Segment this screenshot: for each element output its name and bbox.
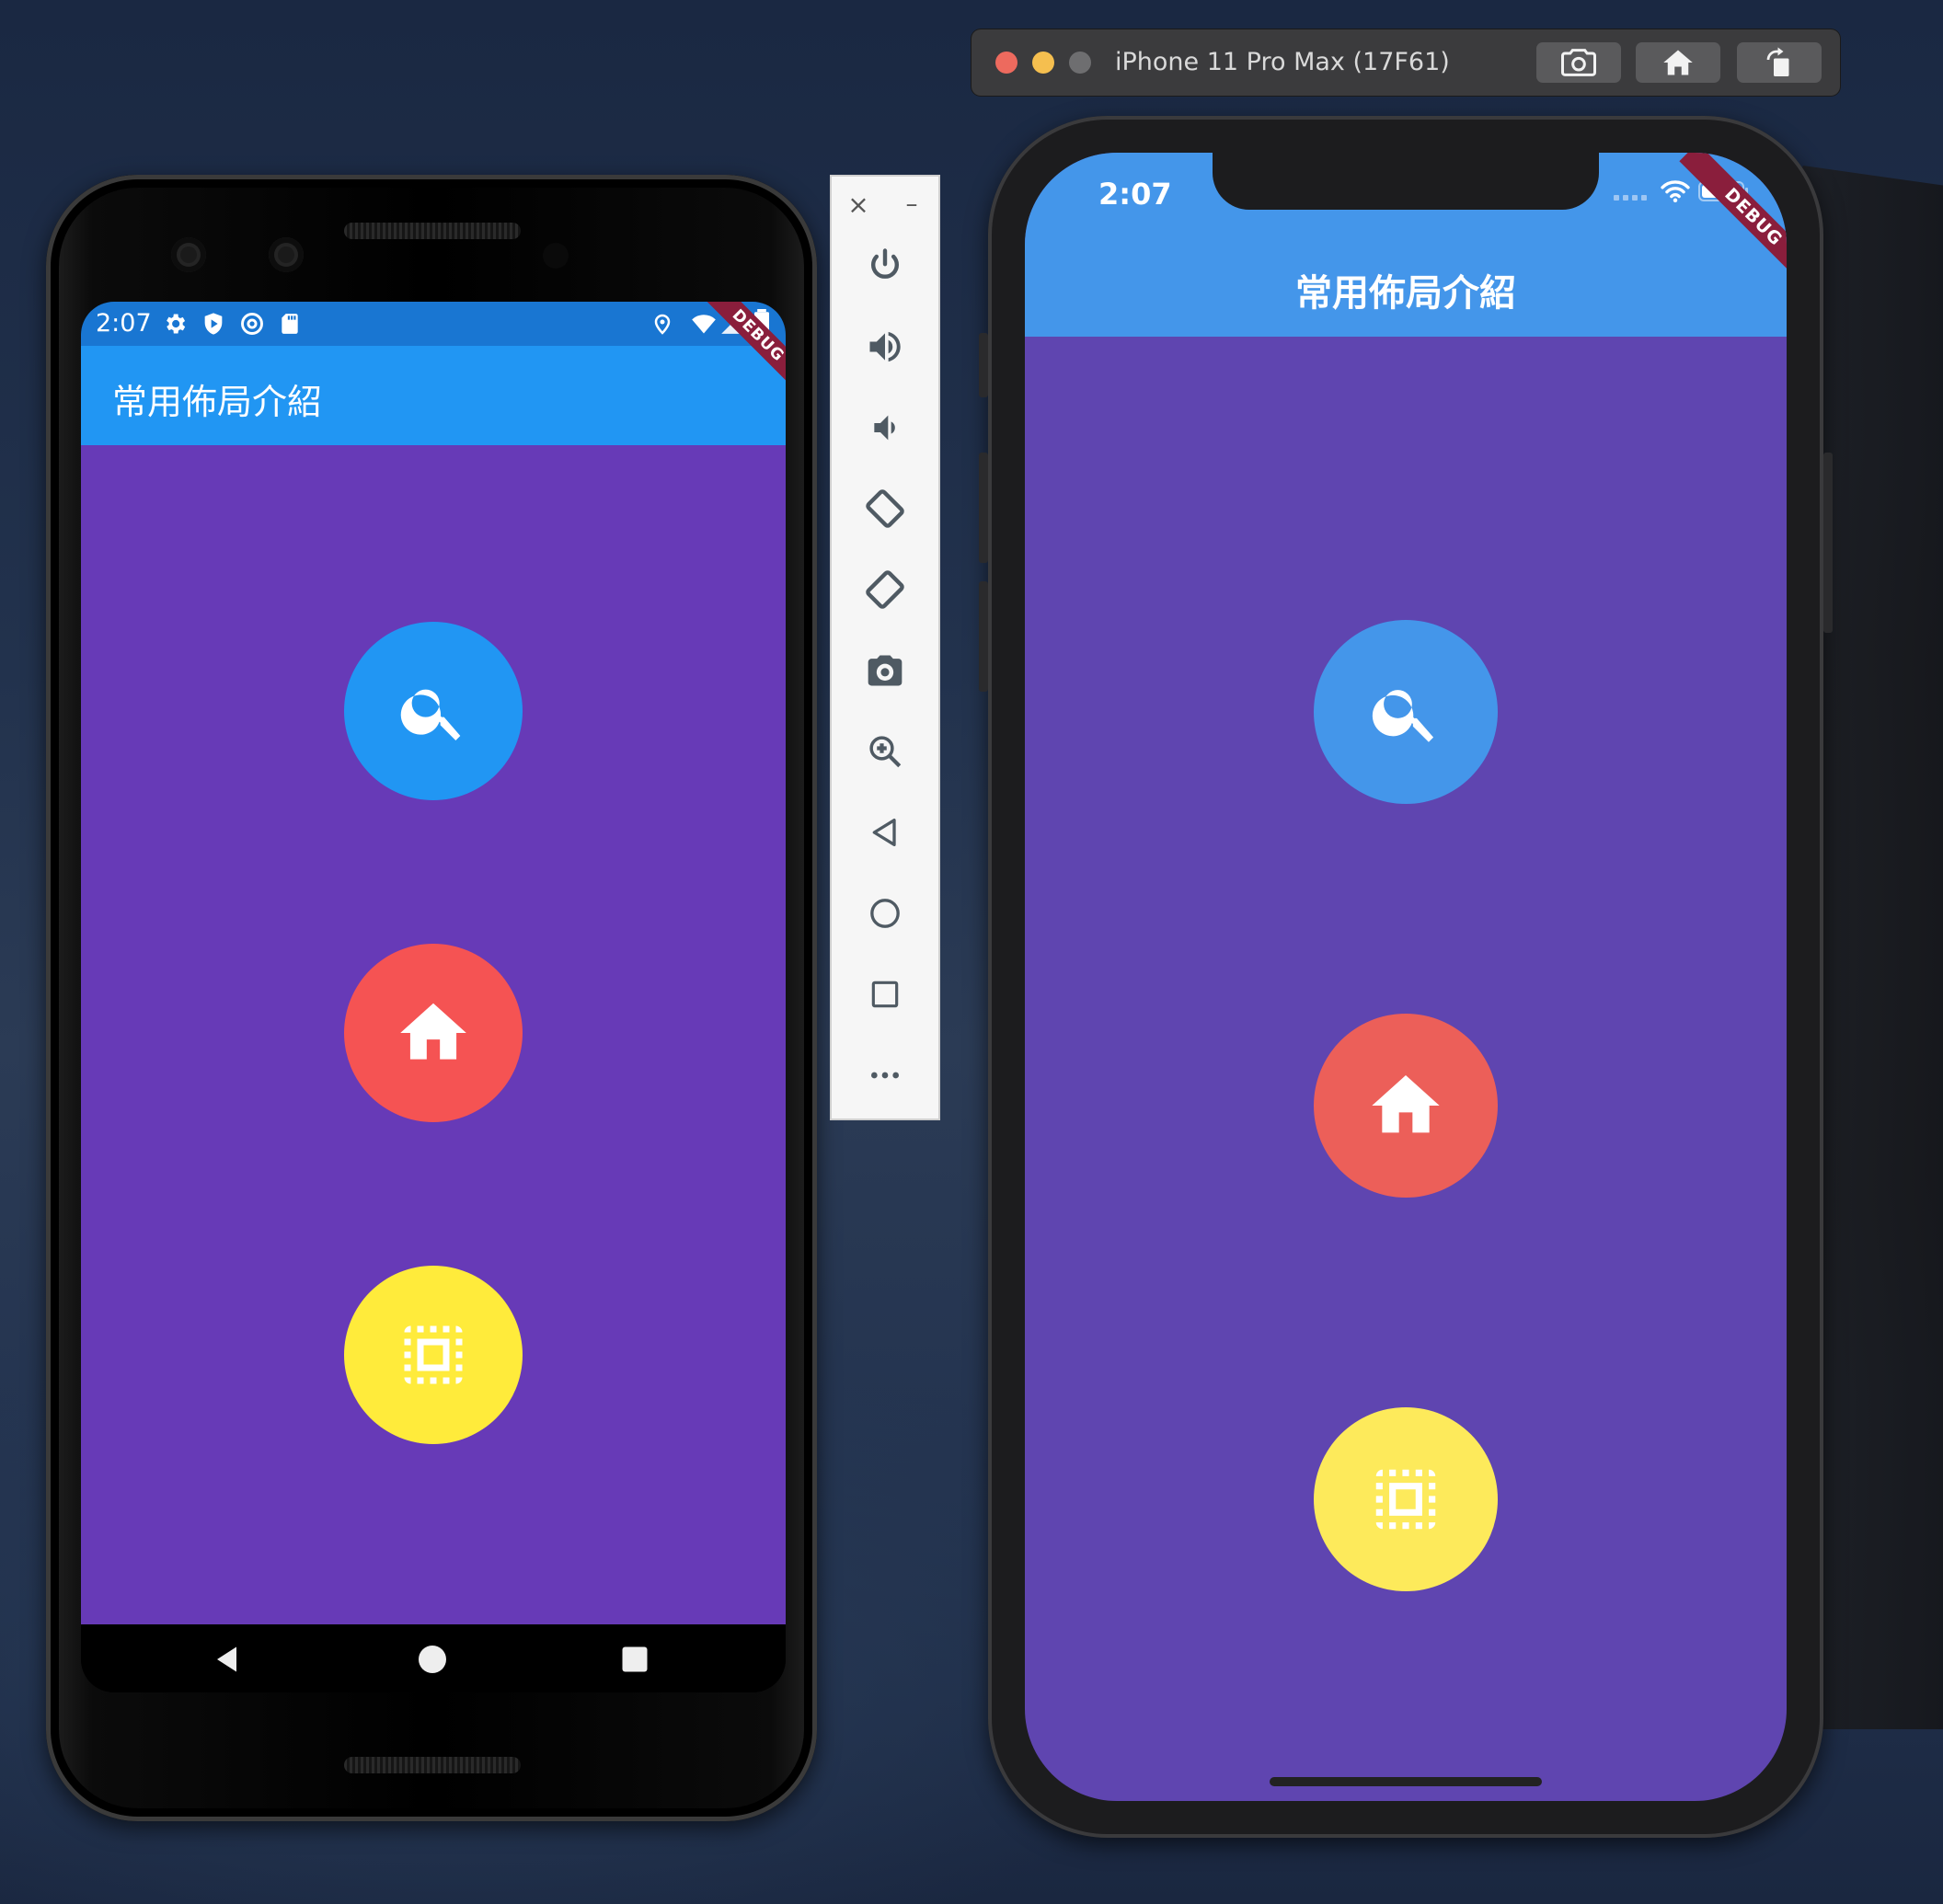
sensor-icon: [543, 243, 569, 269]
power-side-button: [1823, 453, 1833, 633]
android-device-frame: 2:07 常用佈局介紹 DEBUG: [46, 175, 817, 1821]
home-icon: [400, 1003, 466, 1060]
overview-icon: [871, 981, 899, 1008]
front-camera-icon: [269, 237, 304, 272]
nav-home-button[interactable]: [832, 881, 938, 946]
location-icon: [654, 314, 671, 335]
status-time: 2:07: [1098, 177, 1172, 212]
home-button[interactable]: [344, 944, 523, 1122]
camera-icon: [868, 655, 903, 686]
volume-up-button[interactable]: [832, 315, 938, 379]
notch: [1213, 153, 1599, 210]
nav-back-button[interactable]: [832, 800, 938, 865]
emulator-toolbar: × –: [830, 175, 940, 1120]
iphone-screen: 2:07 常用佈局介紹 DEBUG: [1025, 153, 1787, 1801]
rotate-icon: [1766, 47, 1789, 76]
screenshot-icon: [1561, 49, 1596, 76]
select-all-button[interactable]: [1314, 1407, 1498, 1591]
more-button[interactable]: [832, 1043, 938, 1107]
page-title: 常用佈局介紹: [1295, 272, 1516, 315]
home-icon: [1372, 1075, 1440, 1133]
simulator-rotate-button[interactable]: [1737, 42, 1822, 83]
select-all-button[interactable]: [344, 1266, 523, 1444]
volume-down-button[interactable]: [832, 396, 938, 460]
select-all-icon: [1375, 1469, 1436, 1530]
power-button[interactable]: [832, 234, 938, 298]
recents-icon[interactable]: [618, 1643, 651, 1676]
volume-down-side-button: [979, 581, 988, 692]
simulator-title-bar: iPhone 11 Pro Max (17F61): [972, 29, 1840, 96]
window-zoom-button[interactable]: [1069, 52, 1091, 74]
ios-app-bar: 2:07 常用佈局介紹: [1025, 153, 1787, 337]
rotate-left-icon: [866, 489, 904, 528]
close-icon: ×: [847, 189, 869, 220]
volume-up-side-button: [979, 453, 988, 563]
page-title: 常用佈局介紹: [112, 382, 323, 422]
at-icon: [241, 313, 263, 335]
shield-play-icon: [204, 313, 223, 335]
zoom-button[interactable]: [832, 719, 938, 784]
iphone-device-frame: 2:07 常用佈局介紹 DEBUG: [979, 116, 1833, 1838]
volume-up-icon: [869, 331, 901, 362]
search-button[interactable]: [1314, 620, 1498, 804]
android-app-bar: 常用佈局介紹: [81, 346, 786, 445]
home-icon: [1663, 50, 1693, 75]
search-icon: [1372, 690, 1434, 742]
back-icon: [872, 819, 896, 846]
window-close-button[interactable]: [995, 52, 1017, 74]
volume-down-icon: [874, 415, 895, 441]
minimize-button[interactable]: –: [885, 177, 938, 232]
simulator-screenshot-button[interactable]: [1536, 42, 1621, 83]
sd-card-icon: [282, 314, 298, 334]
home-icon: [870, 899, 900, 928]
simulator-home-button[interactable]: [1636, 42, 1720, 83]
android-status-bar: 2:07: [81, 302, 786, 346]
power-icon: [871, 248, 899, 279]
home-circle-icon[interactable]: [416, 1643, 449, 1676]
screenshot-button[interactable]: [832, 638, 938, 703]
front-camera-icon: [171, 237, 206, 272]
window-minimize-button[interactable]: [1032, 52, 1054, 74]
select-all-icon: [404, 1325, 463, 1384]
search-icon: [400, 689, 461, 740]
home-button[interactable]: [1314, 1014, 1498, 1198]
gear-icon: [167, 314, 186, 334]
rotate-left-button[interactable]: [832, 476, 938, 541]
bottom-speaker: [344, 1757, 521, 1773]
nav-overview-button[interactable]: [832, 962, 938, 1027]
earpiece-speaker: [344, 223, 521, 239]
search-button[interactable]: [344, 622, 523, 800]
back-icon[interactable]: [212, 1643, 245, 1676]
android-content: [81, 445, 786, 1624]
minimize-icon: –: [905, 190, 918, 218]
rotate-right-icon: [866, 570, 904, 609]
zoom-icon: [869, 736, 902, 768]
home-indicator[interactable]: [1270, 1777, 1542, 1786]
signal-icon: [1614, 195, 1647, 201]
rotate-right-button[interactable]: [832, 557, 938, 622]
status-time: 2:07: [96, 309, 152, 338]
close-button[interactable]: ×: [832, 177, 885, 232]
window-title: iPhone 11 Pro Max (17F61): [1115, 48, 1450, 76]
more-icon: [871, 1072, 899, 1079]
mute-switch: [979, 333, 988, 397]
android-screen: 2:07 常用佈局介紹 DEBUG: [81, 302, 786, 1692]
wifi-icon: [692, 315, 716, 334]
android-nav-bar: [81, 1624, 786, 1692]
wifi-icon: [1661, 180, 1690, 203]
